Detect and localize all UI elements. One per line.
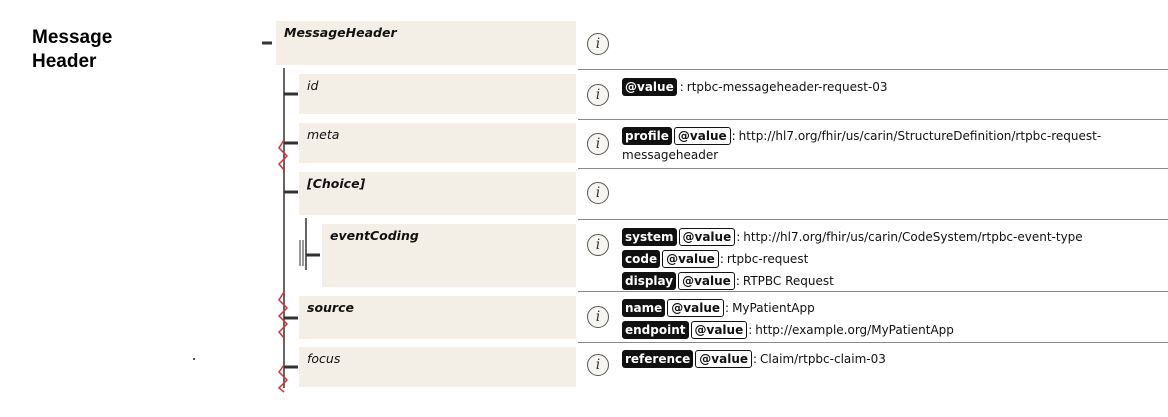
profile-tag: profile bbox=[622, 127, 672, 145]
zigzag-source bbox=[277, 291, 289, 339]
separator: : bbox=[725, 301, 730, 315]
row-divider bbox=[578, 168, 1168, 169]
name-tag: name bbox=[622, 299, 666, 317]
detail-id: @value : rtpbc-messageheader-request-03 bbox=[622, 76, 888, 98]
element-name-meta: meta bbox=[307, 127, 340, 142]
source-endpoint-value: http://example.org/MyPatientApp bbox=[755, 323, 954, 337]
element-name-focus: focus bbox=[307, 351, 341, 366]
event-display-value: RTPBC Request bbox=[742, 274, 834, 288]
value-tag: @value bbox=[622, 78, 677, 96]
detail-eventcoding: system @value : http://hl7.org/fhir/us/c… bbox=[622, 226, 1083, 292]
endpoint-tag: endpoint bbox=[622, 321, 689, 339]
info-icon[interactable]: i bbox=[587, 354, 609, 376]
box-id: id bbox=[299, 74, 576, 114]
detail-source: name @value : MyPatientApp endpoint @val… bbox=[622, 297, 954, 341]
value-tag: @value bbox=[690, 321, 748, 339]
info-icon[interactable]: i bbox=[587, 182, 609, 204]
row-divider bbox=[578, 342, 1168, 343]
value-tag: @value bbox=[667, 299, 725, 317]
meta-profile-value: http://hl7.org/fhir/us/carin/StructureDe… bbox=[738, 129, 1102, 143]
element-name-choice: [Choice] bbox=[307, 176, 366, 191]
box-source: source bbox=[299, 296, 576, 339]
box-focus: focus bbox=[299, 347, 576, 387]
separator: : bbox=[753, 352, 758, 366]
element-name-id: id bbox=[307, 78, 319, 93]
element-name-messageheader: MessageHeader bbox=[284, 25, 397, 40]
box-meta: meta bbox=[299, 123, 576, 163]
code-tag: code bbox=[622, 250, 661, 268]
info-icon[interactable]: i bbox=[587, 133, 609, 155]
box-messageheader: MessageHeader bbox=[276, 21, 576, 65]
source-name-value: MyPatientApp bbox=[732, 301, 815, 315]
separator: : bbox=[719, 252, 724, 266]
value-tag: @value bbox=[673, 127, 731, 145]
detail-focus: reference @value : Claim/rtpbc-claim-03 bbox=[622, 348, 886, 370]
zigzag-focus bbox=[277, 364, 289, 393]
box-eventcoding: eventCoding bbox=[322, 224, 576, 287]
display-tag: display bbox=[622, 272, 677, 290]
reference-tag: reference bbox=[622, 350, 694, 368]
info-icon[interactable]: i bbox=[587, 234, 609, 256]
focus-reference-value: Claim/rtpbc-claim-03 bbox=[760, 352, 886, 366]
value-tag: @value bbox=[662, 250, 719, 268]
element-name-eventcoding: eventCoding bbox=[330, 228, 419, 243]
value-tag: @value bbox=[678, 228, 736, 246]
separator: : bbox=[735, 274, 740, 288]
event-system-value: http://hl7.org/fhir/us/carin/CodeSystem/… bbox=[743, 230, 1083, 244]
info-icon[interactable]: i bbox=[587, 33, 609, 55]
separator: : bbox=[679, 80, 684, 94]
value-tag: @value bbox=[695, 350, 752, 368]
separator: : bbox=[736, 230, 741, 244]
element-name-source: source bbox=[307, 300, 354, 315]
system-tag: system bbox=[622, 228, 677, 246]
row-divider bbox=[578, 119, 1168, 120]
value-tag: @value bbox=[678, 272, 735, 290]
box-choice: [Choice] bbox=[299, 172, 576, 215]
meta-profile-value-continued: messageheader bbox=[622, 148, 719, 162]
separator: : bbox=[748, 323, 753, 337]
event-code-value: rtpbc-request bbox=[726, 252, 809, 266]
separator: : bbox=[731, 129, 736, 143]
row-divider bbox=[578, 69, 1168, 70]
info-icon[interactable]: i bbox=[587, 84, 609, 106]
id-value: rtpbc-messageheader-request-03 bbox=[686, 80, 888, 94]
info-icon[interactable]: i bbox=[587, 306, 609, 328]
row-divider bbox=[578, 219, 1168, 220]
detail-meta: profile @value : http://hl7.org/fhir/us/… bbox=[622, 125, 1101, 163]
